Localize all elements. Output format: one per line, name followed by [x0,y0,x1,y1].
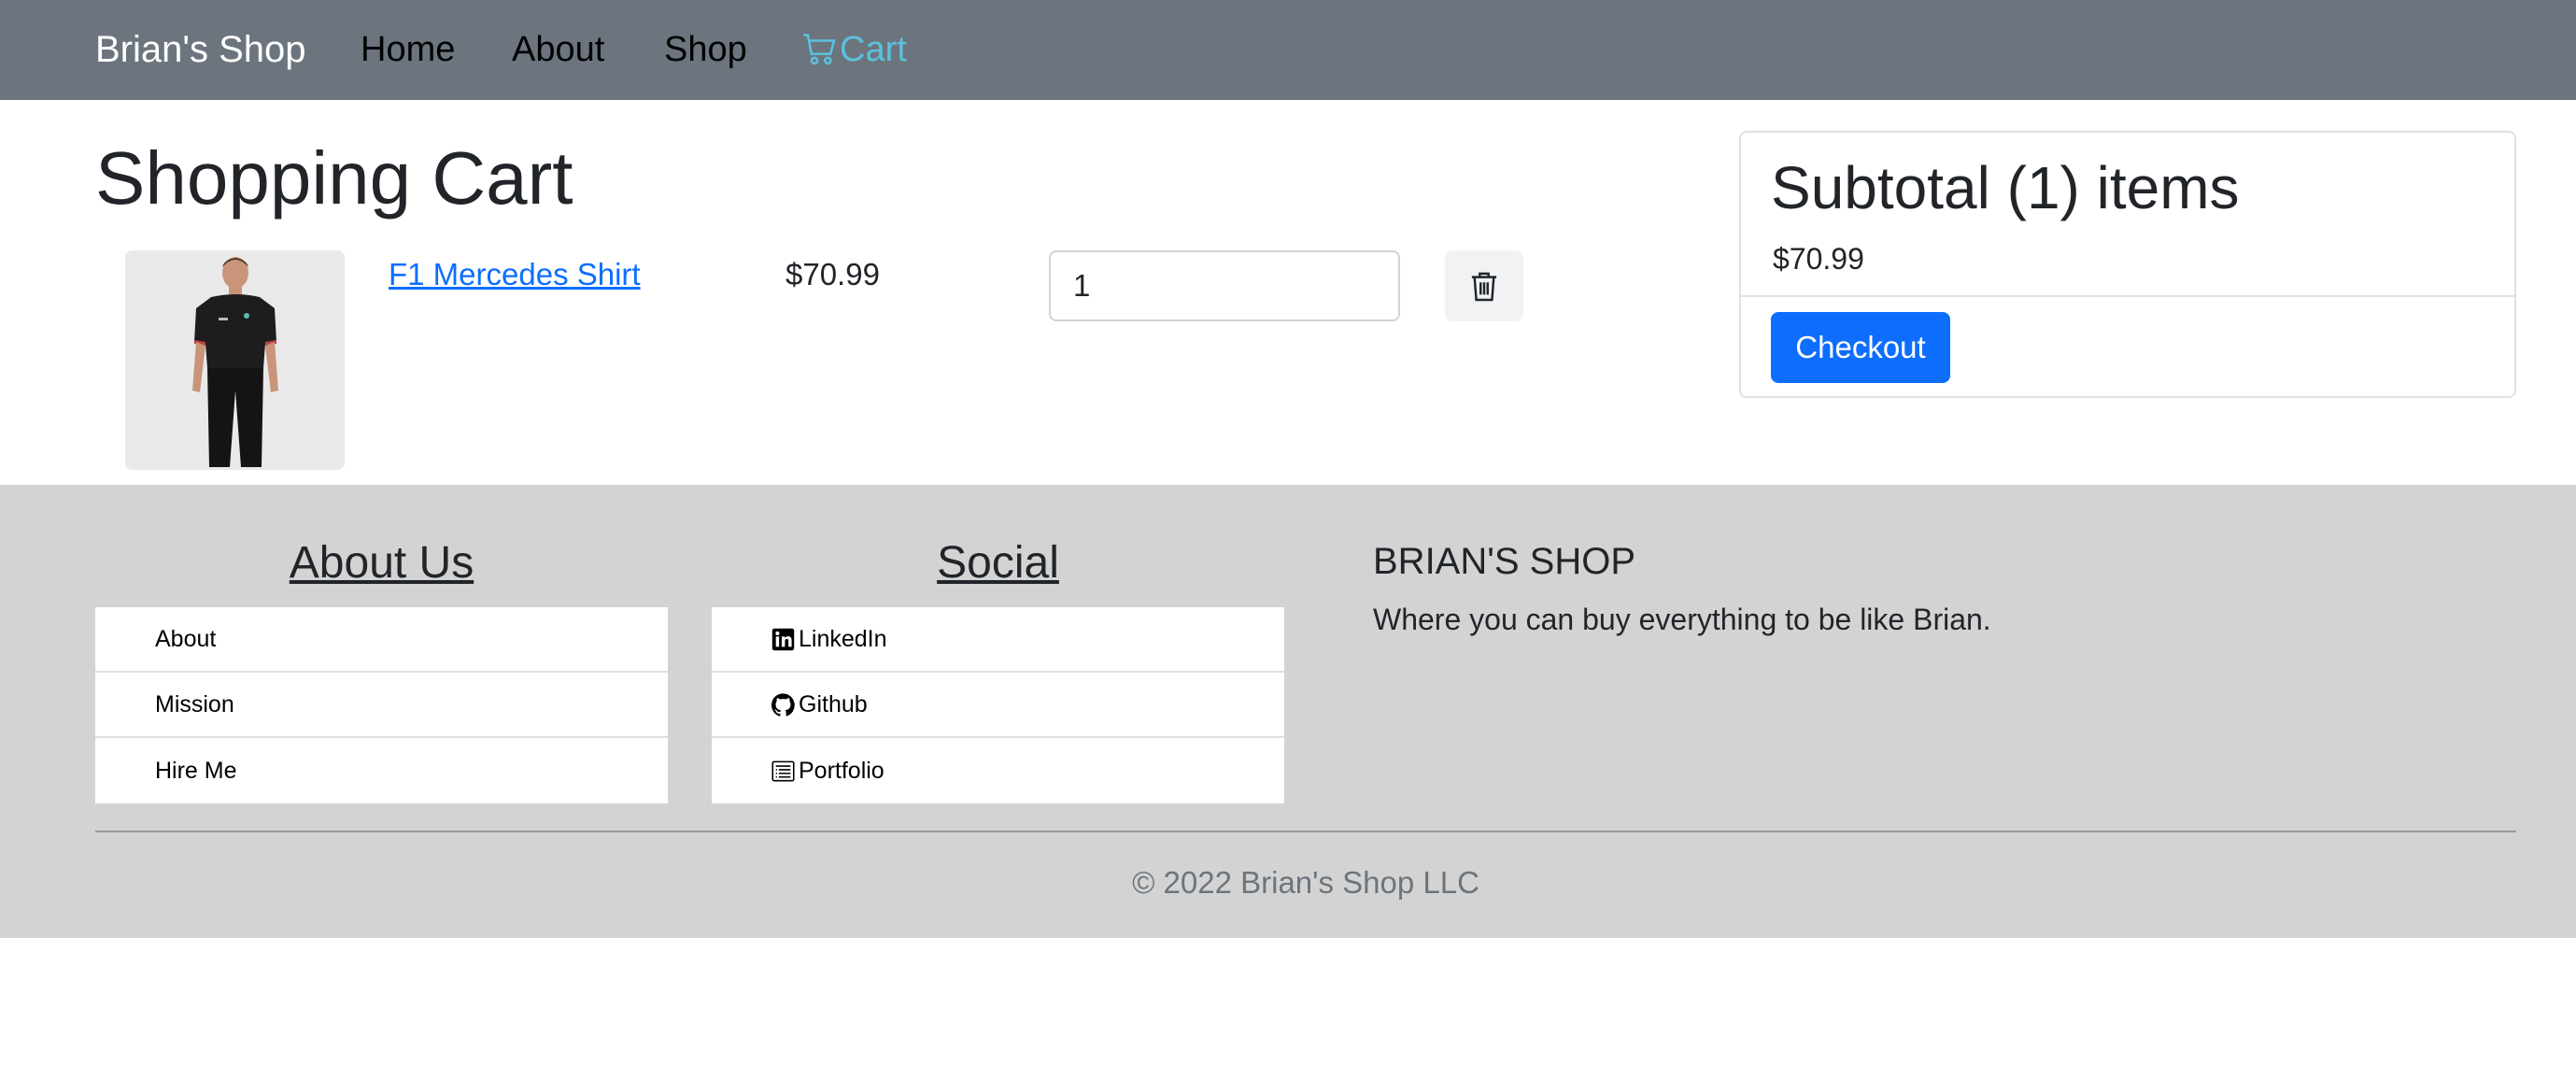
product-price: $70.99 [786,257,880,291]
github-icon [771,692,795,717]
about-item-hire-me[interactable]: Hire Me [95,738,668,803]
footer: About Us About Mission Hire Me Social Li… [0,485,2576,938]
social-heading[interactable]: Social [712,535,1284,591]
product-image[interactable] [125,250,345,470]
card-divider [1741,295,2514,297]
social-item-portfolio[interactable]: Portfolio [712,738,1284,803]
list-item-label: Github [799,690,868,717]
subtotal-title: Subtotal (1) items [1771,154,2240,221]
list-item-label: Portfolio [799,757,885,784]
cart-icon [803,34,836,65]
shop-description: Where you can buy everything to be like … [1373,603,1991,636]
subtotal-card: Subtotal (1) items $70.99 Checkout [1739,131,2516,398]
list-item-label: Mission [155,690,234,717]
product-name-link[interactable]: F1 Mercedes Shirt [389,254,641,295]
cart-label: Cart [840,30,907,69]
list-item-label: Hire Me [155,757,237,784]
subtotal-price: $70.99 [1773,242,1864,276]
delete-item-button[interactable] [1445,250,1523,321]
list-item-label: LinkedIn [799,625,887,652]
checkout-button[interactable]: Checkout [1771,312,1950,383]
nav-link-shop[interactable]: Shop [664,26,747,73]
copyright: © 2022 Brian's Shop LLC [1132,865,1479,900]
about-us-heading[interactable]: About Us [95,535,668,591]
social-item-linkedin[interactable]: LinkedIn [712,607,1284,673]
nav-link-cart[interactable]: Cart [802,26,907,73]
navbar: Brian's Shop Home About Shop Cart [0,0,2576,100]
nav-link-about[interactable]: About [512,26,604,73]
shop-title: BRIAN'S SHOP [1373,541,1636,582]
shirt-product-photo [125,250,345,470]
portfolio-icon [771,760,795,781]
linkedin-icon [771,628,795,650]
page-title: Shopping Cart [95,136,573,220]
social-item-github[interactable]: Github [712,673,1284,738]
about-list: About Mission Hire Me [95,607,668,803]
about-item-mission[interactable]: Mission [95,673,668,738]
quantity-input[interactable] [1049,250,1400,321]
trash-icon [1471,272,1497,302]
list-item-label: About [155,625,217,652]
brand-link[interactable]: Brian's Shop [95,26,306,73]
footer-divider [95,831,2516,832]
nav-link-home[interactable]: Home [361,26,455,73]
about-item-about[interactable]: About [95,607,668,673]
social-list: LinkedIn Github Portfolio [712,607,1284,803]
